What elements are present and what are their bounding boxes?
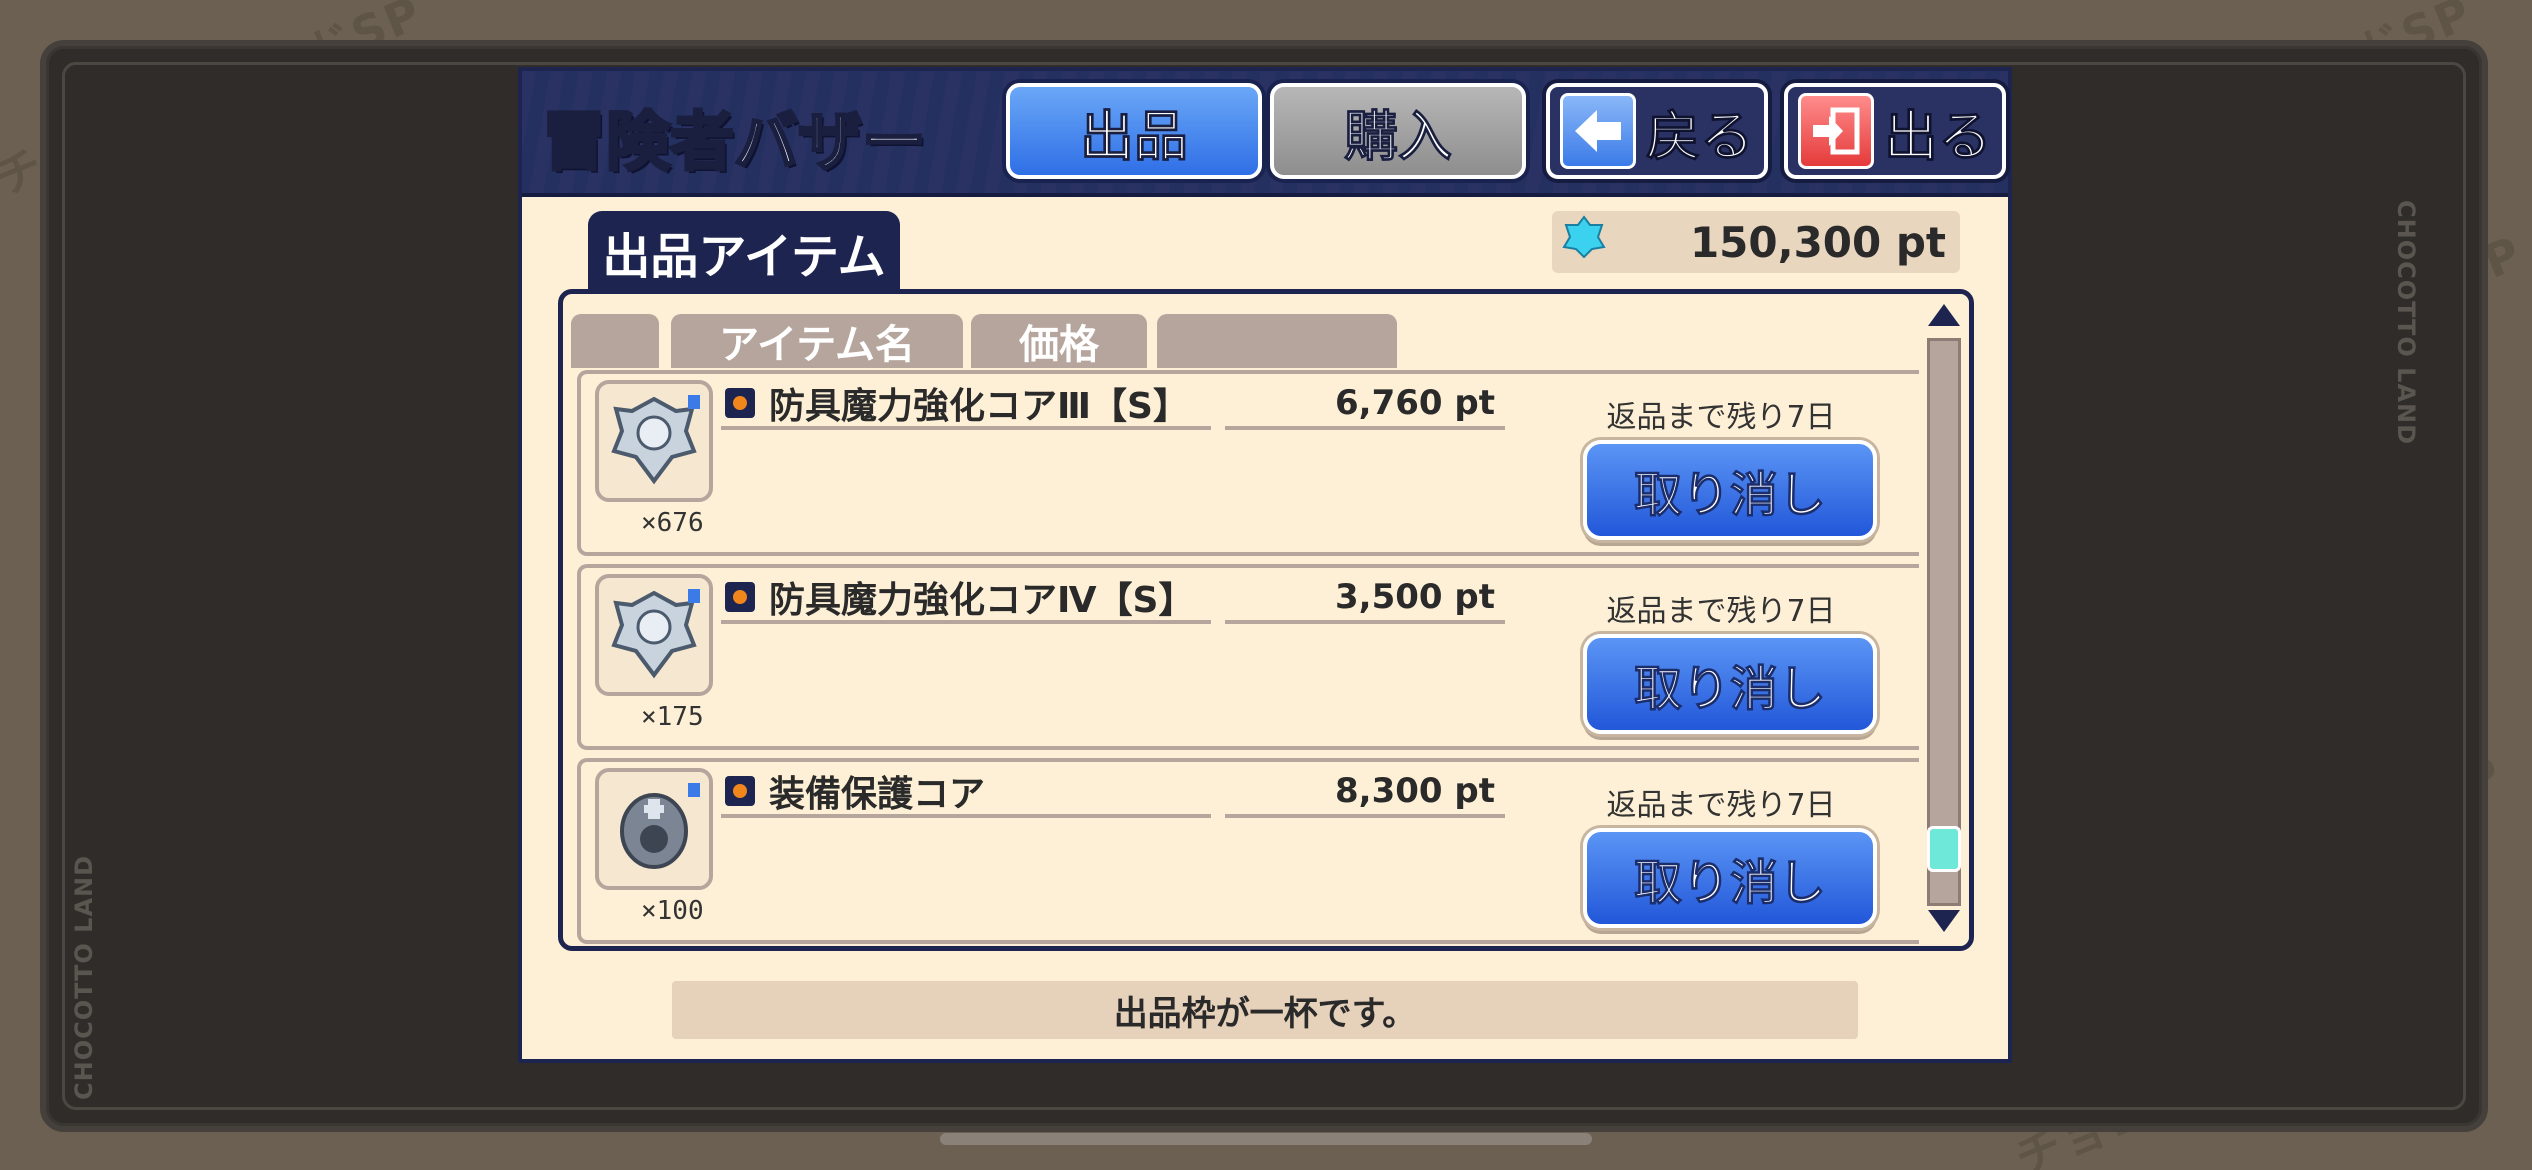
- back-label: 戻る: [1646, 104, 1755, 168]
- item-name: 装備保護コア: [769, 774, 986, 815]
- status-message: 出品枠が一杯です。: [672, 981, 1858, 1039]
- bullet-icon: [725, 388, 755, 418]
- tab-buy[interactable]: 購入: [1270, 83, 1526, 179]
- side-logo-right: CHOCOTTO LAND: [2392, 200, 2420, 446]
- exit-door-icon: [1798, 93, 1874, 169]
- header-bar: 冒険者バザー 出品 購入 戻る 出る: [522, 71, 2008, 197]
- cancel-button[interactable]: 取り消し: [1583, 634, 1877, 734]
- exit-label: 出る: [1884, 104, 1993, 168]
- cancel-button[interactable]: 取り消し: [1583, 440, 1877, 540]
- item-price: 3,500 pt: [1225, 574, 1505, 624]
- cancel-button[interactable]: 取り消し: [1583, 828, 1877, 928]
- scroll-up-icon[interactable]: [1924, 300, 1964, 336]
- item-name: 防具魔力強化コアⅢ【S】: [769, 386, 1189, 427]
- item-name: 防具魔力強化コアⅣ【S】: [769, 580, 1195, 621]
- table-row: ×175 防具魔力強化コアⅣ【S】 3,500 pt 返品まで残り7日 取り消し: [577, 564, 1929, 750]
- listing-table: アイテム名 価格 ×676 防具魔力強化コアⅢ【S】 6,760 pt 返品まで…: [558, 289, 1974, 951]
- scrollbar-track[interactable]: [1927, 338, 1961, 906]
- points-value: 150,300 pt: [1689, 217, 1946, 267]
- section-tab: 出品アイテム: [588, 211, 900, 293]
- item-quantity: ×676: [641, 508, 704, 538]
- page-title: 冒険者バザー: [541, 105, 928, 182]
- back-button[interactable]: 戻る: [1546, 83, 1768, 179]
- column-header-icon: [571, 314, 659, 368]
- scrollbar-thumb[interactable]: [1927, 826, 1961, 872]
- scrollbar[interactable]: [1919, 294, 1969, 946]
- column-header-name: アイテム名: [671, 314, 963, 368]
- table-row: ×676 防具魔力強化コアⅢ【S】 6,760 pt 返品まで残り7日 取り消し: [577, 370, 1929, 556]
- item-quantity: ×175: [641, 702, 704, 732]
- bullet-icon: [725, 582, 755, 612]
- item-price: 8,300 pt: [1225, 768, 1505, 818]
- home-indicator[interactable]: [940, 1133, 1592, 1145]
- side-logo-left: CHOCOTTO LAND: [70, 854, 98, 1100]
- column-header-action: [1157, 314, 1397, 368]
- armor-core-iv-icon: [595, 574, 713, 696]
- points-display: 150,300 pt: [1552, 211, 1960, 273]
- scroll-down-icon[interactable]: [1924, 906, 1964, 942]
- equipment-protect-core-icon: [595, 768, 713, 890]
- exit-button[interactable]: 出る: [1784, 83, 2006, 179]
- column-header-price: 価格: [971, 314, 1147, 368]
- arrow-left-icon: [1560, 93, 1636, 169]
- item-price: 6,760 pt: [1225, 380, 1505, 430]
- bazaar-panel: 冒険者バザー 出品 購入 戻る 出る 出品アイテム 150,300 pt アイテ…: [518, 67, 2012, 1063]
- return-remaining: 返品まで残り7日: [1606, 400, 1836, 435]
- armor-core-iii-icon: [595, 380, 713, 502]
- item-name-cell: 防具魔力強化コアⅢ【S】: [721, 380, 1211, 430]
- item-quantity: ×100: [641, 896, 704, 926]
- bullet-icon: [725, 776, 755, 806]
- return-remaining: 返品まで残り7日: [1606, 788, 1836, 823]
- tab-sell[interactable]: 出品: [1006, 83, 1262, 179]
- gem-icon: [1562, 215, 1606, 269]
- item-name-cell: 防具魔力強化コアⅣ【S】: [721, 574, 1211, 624]
- table-row: ×100 装備保護コア 8,300 pt 返品まで残り7日 取り消し: [577, 758, 1929, 944]
- return-remaining: 返品まで残り7日: [1606, 594, 1836, 629]
- item-name-cell: 装備保護コア: [721, 768, 1211, 818]
